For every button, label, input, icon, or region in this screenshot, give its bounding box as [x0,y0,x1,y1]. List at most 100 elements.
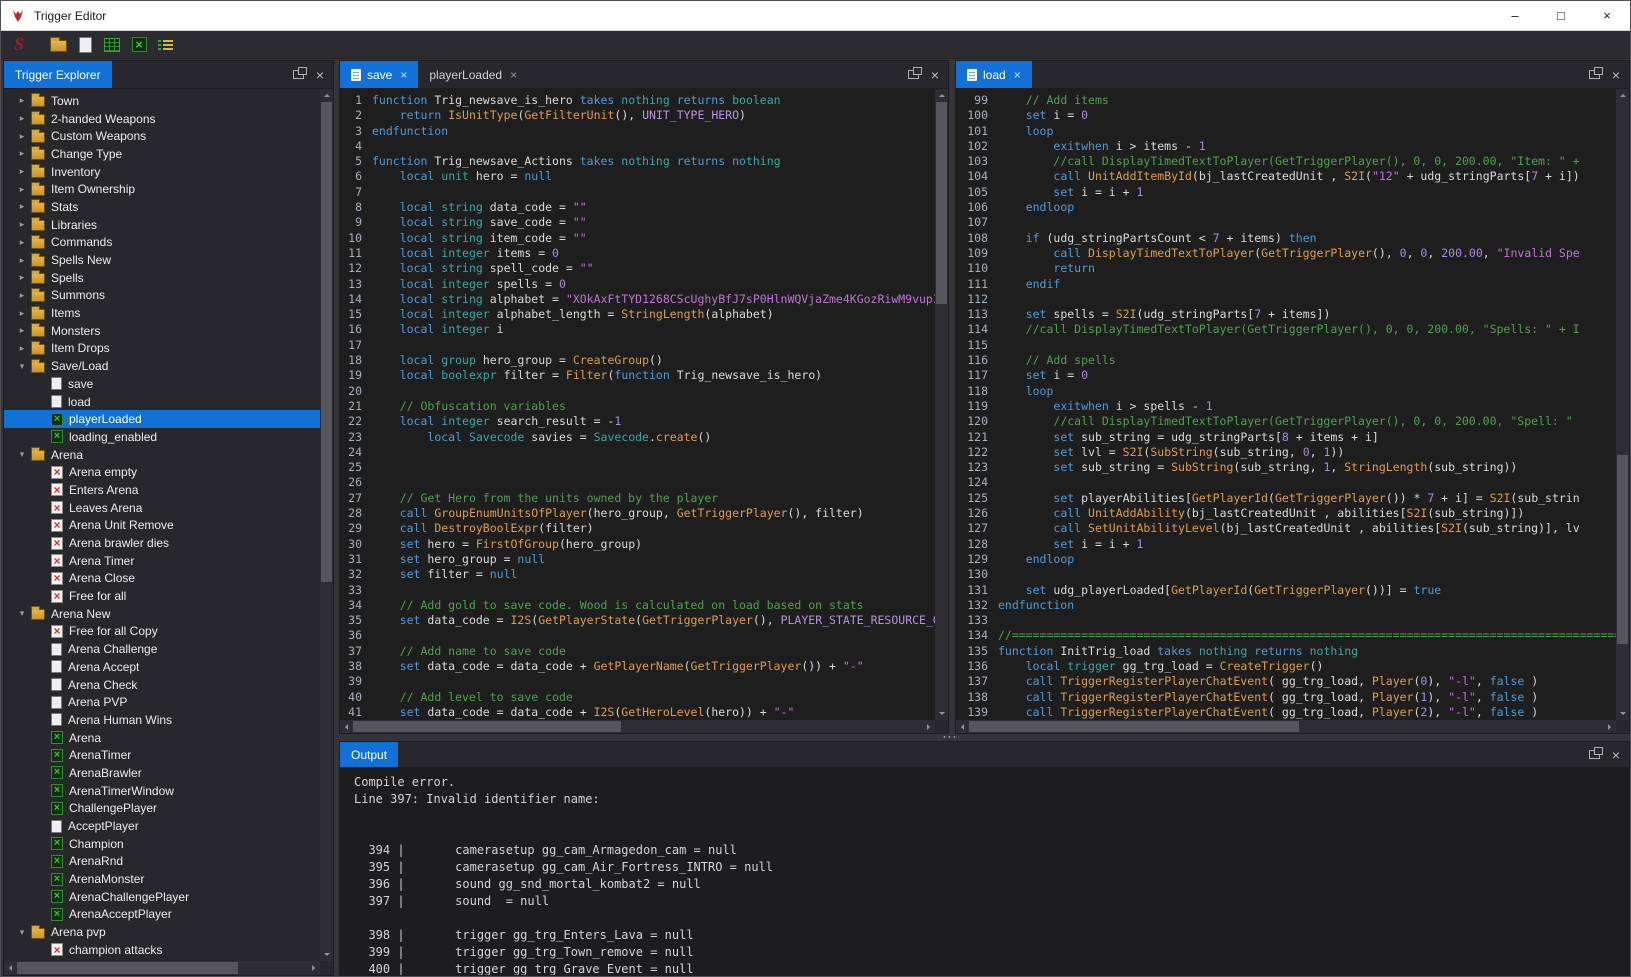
code-line[interactable]: 3endfunction [340,124,935,139]
code-line[interactable]: 27 // Get Hero from the units owned by t… [340,491,935,506]
code-line[interactable]: 32 set filter = null [340,567,935,582]
splitter-grip[interactable] [942,735,959,739]
code-line[interactable]: 104 call UnitAddItemById(bj_lastCreatedU… [956,169,1616,184]
tab-close-icon[interactable] [1014,69,1021,81]
trigger-explorer-tab[interactable]: Trigger Explorer [4,61,112,88]
code-line[interactable]: 120 //call DisplayTimedTextToPlayer(GetT… [956,414,1616,429]
expand-arrow-icon[interactable]: ▸ [14,290,30,301]
code-line[interactable]: 117 set i = 0 [956,368,1616,383]
code-line[interactable]: 5function Trig_newsave_Actions takes not… [340,154,935,169]
code-line[interactable]: 115 [956,338,1616,353]
code-line[interactable]: 125 set playerAbilities[GetPlayerId(GetT… [956,491,1616,506]
expand-arrow-icon[interactable]: ▸ [14,184,30,195]
float-panel-icon[interactable] [1589,750,1600,759]
tree-item-town[interactable]: ▸Town [4,92,320,110]
code-line[interactable]: 136 local trigger gg_trg_load = CreateTr… [956,659,1616,674]
scroll-right-icon[interactable] [1603,720,1616,733]
code-line[interactable]: 121 set sub_string = udg_stringParts[8 +… [956,430,1616,445]
code-editor-load[interactable]: 99 // Add items100 set i = 0101 loop102 … [956,89,1616,720]
maximize-button[interactable]: □ [1538,1,1584,30]
float-panel-icon[interactable] [908,70,919,79]
code-line[interactable]: 128 set i = i + 1 [956,537,1616,552]
scroll-right-icon[interactable] [307,961,320,974]
code-line[interactable]: 109 call DisplayTimedTextToPlayer(GetTri… [956,246,1616,261]
code-line[interactable]: 135function InitTrig_load takes nothing … [956,644,1616,659]
tree-item-arena-brawler-dies[interactable]: Arena brawler dies [4,534,320,552]
open-folder-icon[interactable] [48,35,68,55]
code-line[interactable]: 131 set udg_playerLoaded[GetPlayerId(Get… [956,583,1616,598]
tree-item-arena-close[interactable]: Arena Close [4,570,320,588]
code-line[interactable]: 24 [340,445,935,460]
code-line[interactable]: 4 [340,139,935,154]
scroll-left-icon[interactable] [340,720,353,733]
code-line[interactable]: 132endfunction [956,598,1616,613]
tab-close-icon[interactable] [400,69,407,81]
tree-item-arena-human-wins[interactable]: Arena Human Wins [4,711,320,729]
expand-arrow-icon[interactable]: ▸ [14,201,30,212]
code-line[interactable]: 22 local integer search_result = -1 [340,414,935,429]
code-line[interactable]: 7 [340,185,935,200]
code-line[interactable]: 13 local integer spells = 0 [340,277,935,292]
expand-arrow-icon[interactable]: ▸ [14,148,30,159]
code-line[interactable]: 103 //call DisplayTimedTextToPlayer(GetT… [956,154,1616,169]
code-line[interactable]: 18 local group hero_group = CreateGroup(… [340,353,935,368]
tree-item-arenatimer[interactable]: ArenaTimer [4,746,320,764]
code-line[interactable]: 25 [340,460,935,475]
code-line[interactable]: 2 return IsUnitType(GetFilterUnit(), UNI… [340,108,935,123]
tab-save[interactable]: save [340,61,418,88]
code-line[interactable]: 40 // Add level to save code [340,690,935,705]
expand-arrow-icon[interactable]: ▸ [14,343,30,354]
code-line[interactable]: 39 [340,674,935,689]
tree-item-save[interactable]: save [4,375,320,393]
tree-item-enters-arena[interactable]: Enters Arena [4,481,320,499]
tree-item-arenatimerwindow[interactable]: ArenaTimerWindow [4,782,320,800]
explorer-vertical-scrollbar[interactable] [320,89,333,961]
code-line[interactable]: 139 call TriggerRegisterPlayerChatEvent(… [956,705,1616,720]
collapse-arrow-icon[interactable]: ▾ [14,927,30,938]
tree-item-arenachallengeplayer[interactable]: ArenaChallengePlayer [4,888,320,906]
collapse-arrow-icon[interactable]: ▾ [14,449,30,460]
code-line[interactable]: 6 local unit hero = null [340,169,935,184]
close-panel-icon[interactable] [1612,748,1620,762]
code-line[interactable]: 129 endloop [956,552,1616,567]
code-line[interactable]: 10 local string item_code = "" [340,231,935,246]
code-line[interactable]: 41 set data_code = data_code + I2S(GetHe… [340,705,935,720]
code-line[interactable]: 123 set sub_string = SubString(sub_strin… [956,460,1616,475]
tree-item-arenaacceptplayer[interactable]: ArenaAcceptPlayer [4,906,320,924]
code-line[interactable]: 102 exitwhen i > items - 1 [956,139,1616,154]
expand-arrow-icon[interactable]: ▸ [14,325,30,336]
expand-arrow-icon[interactable]: ▸ [14,95,30,106]
expand-arrow-icon[interactable]: ▸ [14,255,30,266]
tab-load[interactable]: load [956,61,1032,88]
code-line[interactable]: 134//===================================… [956,628,1616,643]
scroll-down-icon[interactable] [935,707,948,720]
editor-horizontal-scrollbar[interactable] [956,720,1616,733]
code-line[interactable]: 133 [956,613,1616,628]
code-line[interactable]: 1function Trig_newsave_is_hero takes not… [340,93,935,108]
tree-item-free-for-all[interactable]: Free for all [4,587,320,605]
code-line[interactable]: 30 set hero = FirstOfGroup(hero_group) [340,537,935,552]
tree-item-arena[interactable]: Arena [4,729,320,747]
tree-item-arena-pvp[interactable]: Arena PVP [4,693,320,711]
code-line[interactable]: 107 [956,215,1616,230]
scrollbar-thumb[interactable] [321,102,332,582]
scroll-left-icon[interactable] [956,720,969,733]
tree-item-2-handed-weapons[interactable]: ▸2-handed Weapons [4,110,320,128]
tree-item-arena-pvp[interactable]: ▾Arena pvp [4,923,320,941]
float-panel-icon[interactable] [1589,70,1600,79]
expand-arrow-icon[interactable]: ▸ [14,131,30,142]
code-line[interactable]: 31 set hero_group = null [340,552,935,567]
tree-item-arena-challenge[interactable]: Arena Challenge [4,640,320,658]
scrollbar-thumb[interactable] [936,102,947,304]
code-line[interactable]: 28 call GroupEnumUnitsOfPlayer(hero_grou… [340,506,935,521]
close-panel-icon[interactable] [1612,68,1620,82]
scroll-left-icon[interactable] [4,961,17,974]
code-line[interactable]: 100 set i = 0 [956,108,1616,123]
grid-icon[interactable] [102,35,122,55]
tree-item-spells[interactable]: ▸Spells [4,269,320,287]
code-line[interactable]: 114 //call DisplayTimedTextToPlayer(GetT… [956,322,1616,337]
code-line[interactable]: 37 // Add name to save code [340,644,935,659]
scroll-up-icon[interactable] [935,89,948,102]
list-icon[interactable] [156,35,176,55]
code-line[interactable]: 19 local boolexpr filter = Filter(functi… [340,368,935,383]
